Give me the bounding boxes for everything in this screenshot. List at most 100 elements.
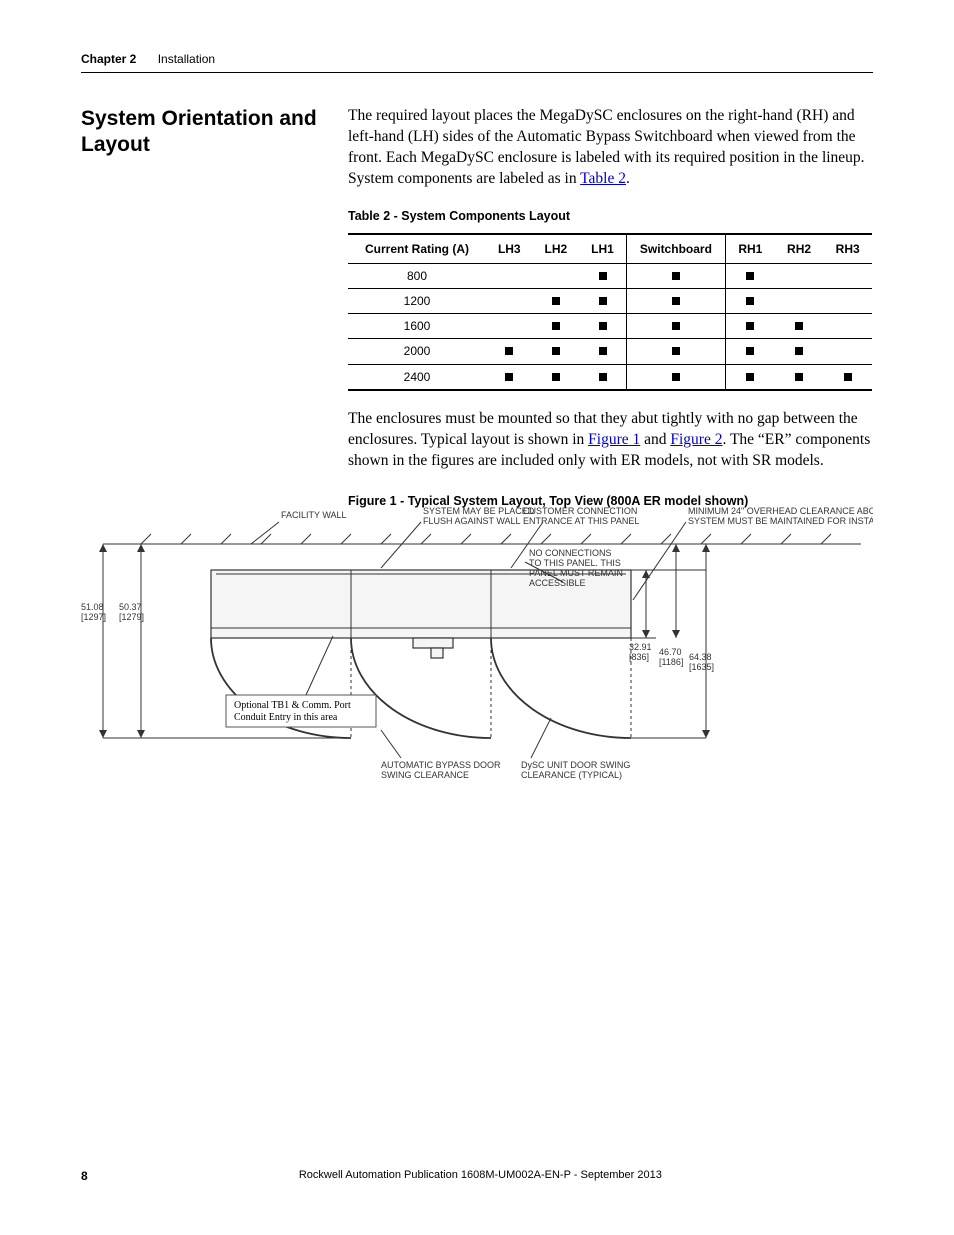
filled-square-icon	[505, 347, 513, 355]
table-cell	[775, 339, 824, 364]
filled-square-icon	[746, 272, 754, 280]
filled-square-icon	[552, 347, 560, 355]
table-cell	[533, 314, 580, 339]
table2: Current Rating (A) LH3 LH2 LH1 Switchboa…	[348, 233, 872, 391]
label-dim-32-91: 32.91[836]	[629, 642, 652, 662]
filled-square-icon	[672, 347, 680, 355]
dim-left-inner: 50.37[1279]	[119, 544, 145, 738]
page: Chapter 2 Installation System Orientatio…	[0, 0, 954, 1235]
table-row: 800	[348, 263, 872, 288]
filled-square-icon	[746, 297, 754, 305]
layout-paragraph: The enclosures must be mounted so that t…	[348, 409, 872, 472]
filled-square-icon	[746, 322, 754, 330]
filled-square-icon	[795, 322, 803, 330]
filled-square-icon	[552, 373, 560, 381]
chapter-name: Installation	[158, 52, 215, 66]
label-flush: SYSTEM MAY BE PLACED FLUSH AGAINST WALL	[423, 506, 537, 526]
table-cell: 800	[348, 263, 486, 288]
table-cell	[579, 288, 626, 313]
chapter-label: Chapter 2	[81, 52, 136, 66]
table-cell	[775, 314, 824, 339]
table-cell: 1200	[348, 288, 486, 313]
publication-id: Rockwell Automation Publication 1608M-UM…	[81, 1169, 873, 1181]
table-cell	[823, 339, 872, 364]
table-cell	[823, 288, 872, 313]
table-cell	[486, 263, 533, 288]
label-overhead: MINIMUM 24" OVERHEAD CLEARANCE ABOVE SYS…	[688, 506, 873, 526]
filled-square-icon	[672, 373, 680, 381]
section-title: System Orientation and Layout	[81, 106, 321, 159]
th-rh3: RH3	[823, 234, 872, 264]
table2-header-row: Current Rating (A) LH3 LH2 LH1 Switchboa…	[348, 234, 872, 264]
table-cell	[725, 339, 774, 364]
table-cell	[626, 314, 725, 339]
th-lh2: LH2	[533, 234, 580, 264]
th-current-rating: Current Rating (A)	[348, 234, 486, 264]
table-cell	[626, 288, 725, 313]
table-cell	[579, 314, 626, 339]
table-cell: 2400	[348, 364, 486, 390]
table-cell	[725, 364, 774, 390]
figure1-link[interactable]: Figure 1	[588, 431, 640, 448]
table-cell	[533, 339, 580, 364]
label-cust-conn: CUSTOMER CONNECTION ENTRANCE AT THIS PAN…	[523, 506, 640, 526]
table-row: 2000	[348, 339, 872, 364]
dim-46-70: 46.70[1186]	[659, 544, 683, 667]
table-row: 2400	[348, 364, 872, 390]
table-cell	[486, 288, 533, 313]
dim-left-outer: 51.08[1297]	[81, 544, 107, 738]
th-switchboard: Switchboard	[626, 234, 725, 264]
filled-square-icon	[599, 272, 607, 280]
filled-square-icon	[746, 373, 754, 381]
filled-square-icon	[599, 347, 607, 355]
table-cell	[725, 263, 774, 288]
intro-text-post: .	[626, 170, 630, 187]
table-cell	[823, 263, 872, 288]
table-cell	[579, 339, 626, 364]
table-cell	[626, 364, 725, 390]
table-cell	[533, 263, 580, 288]
th-lh3: LH3	[486, 234, 533, 264]
table-cell	[775, 364, 824, 390]
label-dim-64-38: 64.38[1635]	[689, 652, 714, 672]
figure1-area: FACILITY WALL SYSTEM MAY BE PLACED FLUSH…	[81, 500, 873, 800]
dim-64-38: 64.38[1635]	[689, 544, 714, 738]
table-cell	[486, 314, 533, 339]
table-cell	[823, 314, 872, 339]
filled-square-icon	[844, 373, 852, 381]
table-cell	[626, 263, 725, 288]
filled-square-icon	[672, 322, 680, 330]
table2-link[interactable]: Table 2	[580, 170, 626, 187]
table-cell: 2000	[348, 339, 486, 364]
filled-square-icon	[795, 373, 803, 381]
label-dim-46-70: 46.70[1186]	[659, 647, 683, 667]
table-cell: 1600	[348, 314, 486, 339]
table-cell	[775, 288, 824, 313]
main-content: The required layout places the MegaDySC …	[348, 106, 872, 520]
table-cell	[579, 263, 626, 288]
th-rh2: RH2	[775, 234, 824, 264]
filled-square-icon	[552, 322, 560, 330]
table-row: 1600	[348, 314, 872, 339]
filled-square-icon	[599, 322, 607, 330]
filled-square-icon	[552, 297, 560, 305]
p2-mid: and	[640, 431, 670, 448]
th-rh1: RH1	[725, 234, 774, 264]
table-cell	[626, 339, 725, 364]
table-row: 1200	[348, 288, 872, 313]
filled-square-icon	[505, 373, 513, 381]
table-cell	[775, 263, 824, 288]
table-cell	[579, 364, 626, 390]
figure2-link[interactable]: Figure 2	[670, 431, 722, 448]
filled-square-icon	[599, 373, 607, 381]
figure1-svg: FACILITY WALL SYSTEM MAY BE PLACED FLUSH…	[81, 500, 873, 800]
intro-paragraph: The required layout places the MegaDySC …	[348, 106, 872, 190]
table-cell	[823, 364, 872, 390]
table-cell	[725, 288, 774, 313]
table-cell	[533, 288, 580, 313]
label-dim-51-08: 51.08[1297]	[81, 602, 106, 622]
filled-square-icon	[599, 297, 607, 305]
page-footer: 8 Rockwell Automation Publication 1608M-…	[81, 1169, 873, 1183]
table-cell	[486, 364, 533, 390]
dim-32-91: 32.91[836]	[629, 570, 652, 662]
